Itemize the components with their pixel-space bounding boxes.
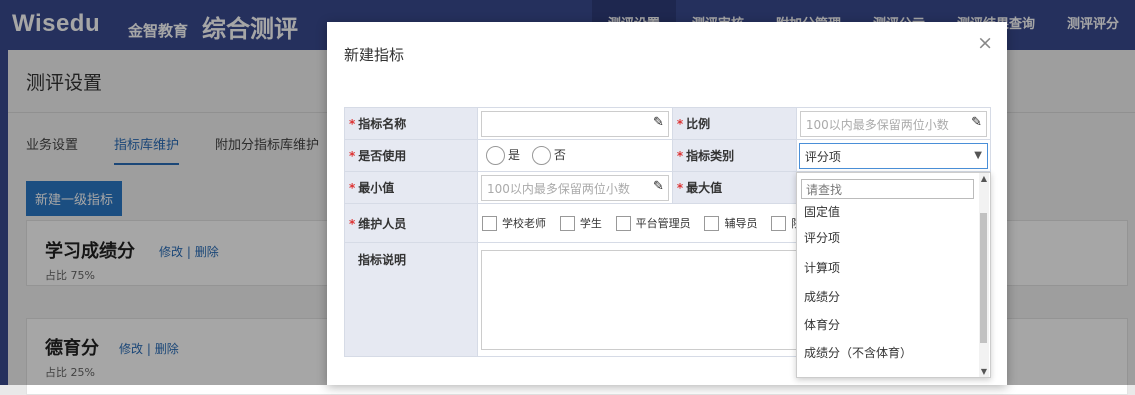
min-input[interactable]: 100以内最多保留两位小数 ✎ xyxy=(481,174,669,201)
label-category: * 指标类别 xyxy=(671,139,797,172)
label-max: * 最大值 xyxy=(671,171,797,204)
dropdown-option[interactable]: 体育分 xyxy=(804,316,840,333)
radio-no[interactable] xyxy=(531,146,551,165)
label-maintainer: * 维护人员 xyxy=(344,203,478,243)
radio-yes-label: 是 xyxy=(508,148,521,162)
checkbox-student[interactable] xyxy=(559,216,575,231)
pencil-icon: ✎ xyxy=(971,114,982,130)
name-input[interactable]: ✎ xyxy=(481,110,669,137)
dropdown-search-input[interactable]: 请查找 xyxy=(801,179,974,199)
scroll-down-icon[interactable]: ▼ xyxy=(981,367,987,376)
checkbox-platform-admin[interactable] xyxy=(615,216,631,231)
dropdown-option[interactable]: 评分项 xyxy=(804,229,840,246)
scroll-up-icon[interactable]: ▲ xyxy=(981,174,987,183)
checkbox-counselor[interactable] xyxy=(704,216,720,231)
category-dropdown: 请查找 固定值 评分项 计算项 成绩分 体育分 成绩分（不含体育） ▲ ▼ xyxy=(796,172,991,378)
label-description: 指标说明 xyxy=(344,242,478,357)
ratio-input[interactable]: 100以内最多保留两位小数 ✎ xyxy=(799,110,987,137)
dropdown-option[interactable]: 成绩分 xyxy=(804,288,840,305)
caret-down-icon: ▼ xyxy=(974,149,982,161)
scroll-thumb[interactable] xyxy=(980,213,987,343)
label-enabled: * 是否使用 xyxy=(344,139,478,172)
label-name: * 指标名称 xyxy=(344,107,478,140)
label-ratio: * 比例 xyxy=(671,107,797,140)
radio-yes[interactable] xyxy=(486,146,505,165)
label-min: * 最小值 xyxy=(344,171,478,204)
pencil-icon: ✎ xyxy=(652,114,664,130)
pencil-icon: ✎ xyxy=(652,178,664,194)
dropdown-option[interactable]: 成绩分（不含体育） xyxy=(804,344,912,361)
dropdown-option[interactable]: 计算项 xyxy=(804,259,840,276)
checkbox-college[interactable] xyxy=(771,216,787,231)
radio-no-label: 否 xyxy=(553,148,566,162)
dropdown-option[interactable]: 固定值 xyxy=(804,203,840,220)
checkbox-teacher[interactable] xyxy=(482,216,497,231)
category-select[interactable]: 评分项 ▼ xyxy=(798,142,988,169)
modal-title: 新建指标 xyxy=(344,46,405,64)
dropdown-scrollbar[interactable]: ▲ ▼ xyxy=(979,173,989,377)
close-icon[interactable]: × xyxy=(977,32,993,54)
